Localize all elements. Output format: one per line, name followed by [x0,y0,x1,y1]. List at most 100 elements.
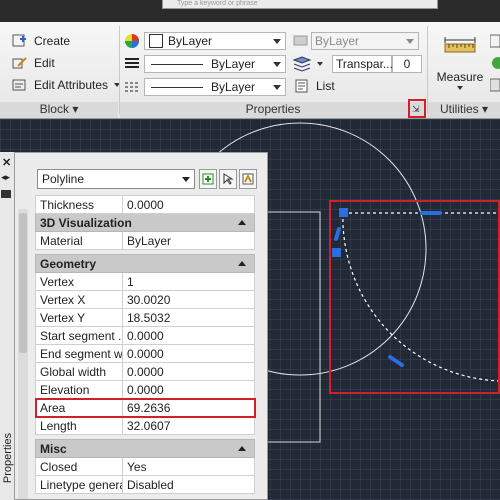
property-row-linetype-generation[interactable]: Linetype genera... Disabled [35,475,255,494]
transparency-label: Transpar... [336,57,393,71]
transparency-menu-icon[interactable] [317,62,323,66]
property-value[interactable]: 69.2636 [122,398,255,417]
properties-panel-title-text: Properties [245,102,301,116]
plotstyle-value: ByLayer [315,34,360,48]
property-value[interactable]: 18.5032 [122,308,255,327]
property-row-area[interactable]: Area 69.2636 [34,397,256,418]
property-value[interactable]: 1 [122,272,255,291]
property-label: Closed [35,457,123,476]
property-row-thickness[interactable]: Thickness 0.0000 [35,195,255,214]
property-row-start-segment-width[interactable]: Start segment ... 0.0000 [35,326,255,345]
block-edit-button[interactable]: Edit [12,56,55,70]
property-row-vertex[interactable]: Vertex 1 [35,272,255,291]
plotstyle-dropdown[interactable]: ByLayer [311,32,419,50]
property-label: End segment wi... [35,344,123,363]
property-label: Start segment ... [35,326,123,345]
list-button[interactable]: List [294,79,335,93]
property-label: Global width [35,362,123,381]
property-row-closed[interactable]: Closed Yes [35,457,255,476]
measure-label: Measure [436,70,484,84]
property-value[interactable]: ByLayer [122,231,255,250]
property-row-vertex-y[interactable]: Vertex Y 18.5032 [35,308,255,327]
linetype-dropdown[interactable]: ByLayer [144,78,286,96]
utilities-panel-title[interactable]: Utilities ▾ [428,102,500,118]
palette-close-icon[interactable]: ✕ [2,156,11,169]
transparency-value-input[interactable]: 0 [392,55,422,73]
property-row-length[interactable]: Length 32.0607 [35,416,255,435]
title-bar: Type a keyword or phrase [0,0,500,22]
edit-attributes-button[interactable]: Edit Attributes [12,78,121,92]
pickadd-icon [202,173,214,185]
palette-title-strip[interactable]: ✕ ◂▸ Properties [0,152,15,500]
property-label: Elevation [35,380,123,399]
section-title: 3D Visualization [40,215,132,230]
section-title: Misc [40,441,67,456]
section-title: Geometry [40,256,97,271]
property-label: Thickness [35,195,123,214]
polyline-highlight-box [329,200,500,394]
property-label: Area [35,398,123,417]
palette-scrollbar[interactable] [18,209,28,499]
property-row-material[interactable]: Material ByLayer [35,231,255,250]
collapse-icon[interactable] [238,220,246,225]
property-value[interactable]: 0.0000 [122,326,255,345]
property-label: Length [35,416,123,435]
lineweight-dropdown[interactable]: ByLayer [144,55,286,73]
search-input[interactable]: Type a keyword or phrase [162,0,438,9]
property-row-end-segment-width[interactable]: End segment wi... 0.0000 [35,344,255,363]
list-label: List [316,79,335,93]
toggle-pickadd-button[interactable] [199,169,217,189]
property-value[interactable]: 32.0607 [122,416,255,435]
select-objects-button[interactable] [219,169,237,189]
transparency-field[interactable]: Transpar... [332,55,393,73]
transparency-icon [292,56,314,75]
linetype-value: ByLayer [211,80,256,94]
property-row-vertex-x[interactable]: Vertex X 30.0020 [35,290,255,309]
color-wheel-icon [124,33,140,52]
quick-select-button[interactable] [239,169,257,189]
edit-block-icon [12,56,28,70]
property-row-global-width[interactable]: Global width 0.0000 [35,362,255,381]
property-label: Material [35,231,123,250]
properties-panel-title: Properties [120,102,426,118]
color-value: ByLayer [168,34,213,48]
utility-icon-3[interactable] [489,78,500,95]
collapse-icon[interactable] [238,261,246,266]
palette-side-title: Properties [2,432,14,484]
property-value[interactable]: Disabled [122,475,255,494]
palette-settings-icon[interactable] [1,190,11,198]
block-panel-title[interactable]: Block ▾ [0,102,118,118]
property-value[interactable]: 0.0000 [122,362,255,381]
property-label: Vertex Y [35,308,123,327]
color-swatch [149,34,163,48]
block-create-button[interactable]: Create [12,34,70,48]
linetype-dash-icon [124,80,140,97]
property-value[interactable]: 0.0000 [122,344,255,363]
list-icon [294,79,310,93]
measure-button[interactable]: Measure [432,34,488,98]
object-type-dropdown[interactable]: Polyline [37,169,195,189]
section-geometry[interactable]: Geometry [35,254,255,273]
utilities-panel-title-text: Utilities [439,102,479,116]
section-misc[interactable]: Misc [35,439,255,458]
plotstyle-icon [292,33,310,52]
utility-icon-1[interactable] [489,34,500,51]
linetype-icon [124,57,140,74]
object-type-value: Polyline [42,172,85,186]
property-label: Vertex [35,272,123,291]
block-create-label: Create [34,34,71,48]
property-value[interactable]: Yes [122,457,255,476]
property-value[interactable]: 0.0000 [122,195,255,214]
collapse-icon[interactable] [238,446,246,451]
section-3d-visualization[interactable]: 3D Visualization [35,213,255,232]
select-objects-icon [223,173,234,185]
property-row-elevation[interactable]: Elevation 0.0000 [35,380,255,399]
palette-autohide-icon[interactable]: ◂▸ [1,172,10,183]
lineweight-value: ByLayer [211,57,256,71]
property-value[interactable]: 30.0020 [122,290,255,309]
properties-table: Thickness 0.0000 3D Visualization Materi… [34,195,256,494]
utility-icon-2[interactable] [490,56,500,73]
property-value[interactable]: 0.0000 [122,380,255,399]
measure-icon [444,37,476,53]
color-dropdown[interactable]: ByLayer [144,32,286,50]
